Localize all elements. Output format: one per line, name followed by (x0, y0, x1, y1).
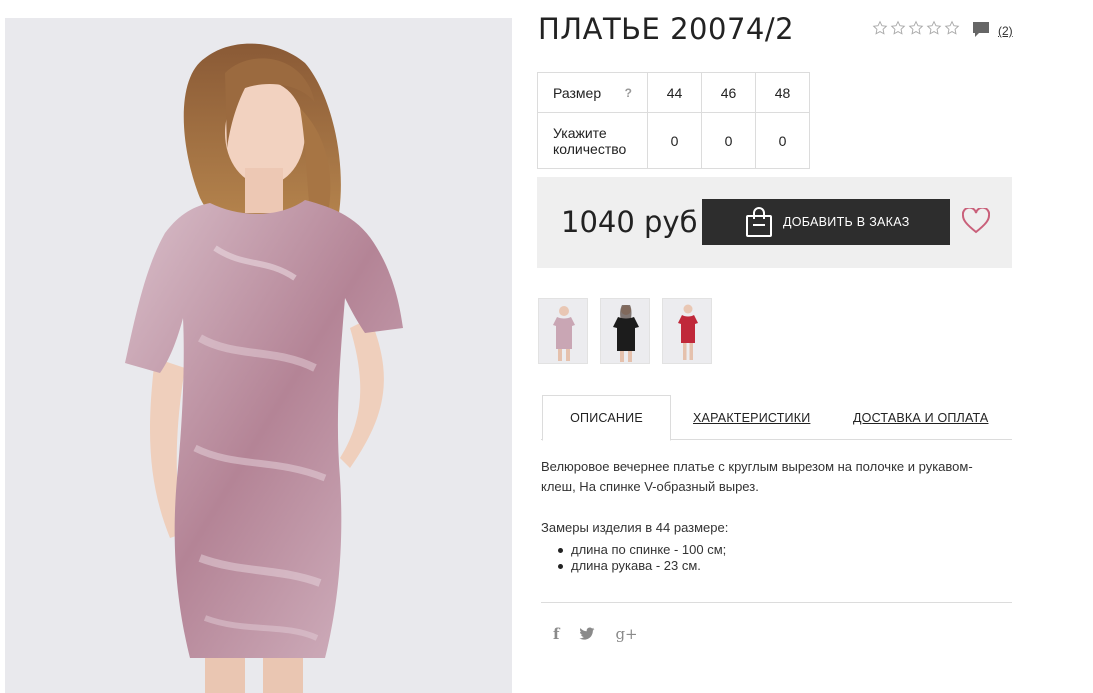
quantity-row: Укажите количество 0 0 0 (537, 112, 810, 169)
tab-characteristics[interactable]: ХАРАКТЕРИСТИКИ (693, 395, 810, 440)
facebook-icon[interactable]: f (553, 625, 559, 643)
quantity-label-line2: количество (553, 140, 627, 157)
star-icon[interactable] (872, 20, 888, 36)
list-item: длина рукава - 23 см. (558, 558, 726, 574)
tab-description[interactable]: ОПИСАНИЕ (542, 395, 671, 441)
price-panel: 1040 руб ДОБАВИТЬ В ЗАКАЗ (537, 177, 1012, 268)
product-tabs: ОПИСАНИЕ ХАРАКТЕРИСТИКИ ДОСТАВКА И ОПЛАТ… (541, 395, 1012, 441)
size-row: Размер ? 44 46 48 (537, 72, 810, 113)
social-share: f g+ (553, 625, 638, 643)
quantity-input-44[interactable]: 0 (647, 112, 702, 169)
star-icon[interactable] (890, 20, 906, 36)
google-plus-icon[interactable]: g+ (615, 625, 637, 643)
tab-characteristics-label: ХАРАКТЕРИСТИКИ (693, 410, 811, 425)
size-44: 44 (647, 72, 702, 113)
tab-description-label: ОПИСАНИЕ (570, 411, 643, 425)
thumbnail-pink[interactable] (538, 298, 588, 364)
list-item: длина по спинке - 100 см; (558, 542, 726, 558)
star-icon[interactable] (926, 20, 942, 36)
quantity-input-48[interactable]: 0 (755, 112, 810, 169)
product-description: Велюровое вечернее платье с круглым выре… (541, 459, 973, 494)
measures-title: Замеры изделия в 44 размере: (541, 520, 729, 535)
star-icon[interactable] (908, 20, 924, 36)
size-label: Размер (553, 84, 602, 101)
add-to-order-button[interactable]: ДОБАВИТЬ В ЗАКАЗ (702, 199, 950, 245)
size-label-cell: Размер ? (537, 72, 648, 113)
price: 1040 руб (561, 205, 698, 239)
quantity-input-46[interactable]: 0 (701, 112, 756, 169)
divider (541, 602, 1012, 603)
twitter-icon[interactable] (579, 627, 595, 641)
size-table: Размер ? 44 46 48 Укажите количество 0 0… (537, 72, 810, 169)
size-help-icon[interactable]: ? (625, 86, 632, 100)
main-product-photo (5, 18, 512, 693)
tab-delivery-payment-label: ДОСТАВКА И ОПЛАТА (853, 410, 989, 425)
thumbnail-gallery (538, 298, 712, 364)
product-title: ПЛАТЬЕ 20074/2 (538, 12, 795, 46)
thumbnail-red[interactable] (662, 298, 712, 364)
star-icon[interactable] (944, 20, 960, 36)
size-48: 48 (755, 72, 810, 113)
tab-delivery-payment[interactable]: ДОСТАВКА И ОПЛАТА (853, 395, 988, 440)
add-to-order-label: ДОБАВИТЬ В ЗАКАЗ (783, 215, 910, 229)
rating-stars[interactable] (872, 20, 960, 36)
shopping-bag-icon (746, 206, 772, 237)
quantity-label-line1: Укажите (553, 124, 607, 141)
quantity-label: Укажите количество (537, 112, 648, 169)
comment-icon[interactable] (972, 21, 990, 38)
size-46: 46 (701, 72, 756, 113)
heart-icon[interactable] (962, 208, 990, 234)
thumbnail-black[interactable] (600, 298, 650, 364)
review-count-link[interactable]: (2) (998, 24, 1013, 38)
measures-list: длина по спинке - 100 см; длина рукава -… (558, 542, 726, 574)
